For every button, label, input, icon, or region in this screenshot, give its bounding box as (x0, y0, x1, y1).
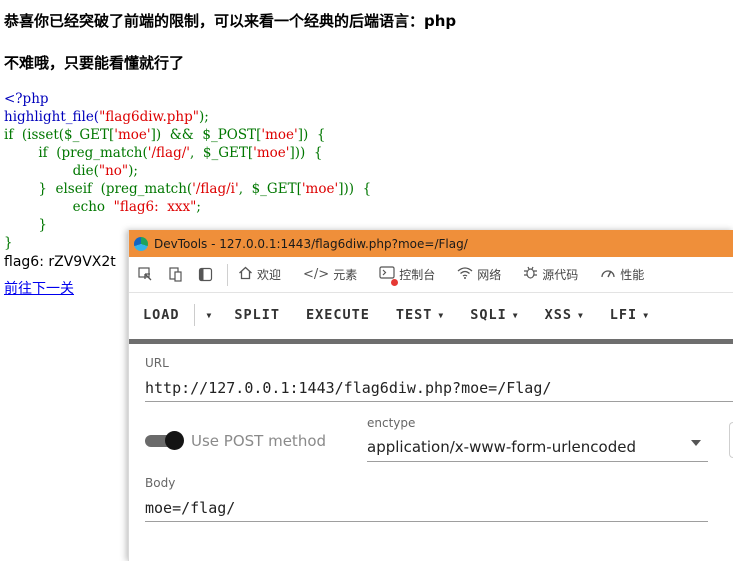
next-level-link[interactable]: 前往下一关 (4, 278, 74, 298)
tab-label: 源代码 (542, 268, 579, 282)
sqli-menu-label: SQLI (470, 307, 507, 323)
test-menu[interactable]: TEST ▼ (396, 307, 444, 323)
code-token: die( (4, 163, 99, 179)
hackbar-menu: LOAD ▼ SPLIT EXECUTE TEST ▼ SQLI ▼ XSS ▼ LF… (129, 293, 733, 337)
post-method-label: Use POST method (191, 432, 327, 450)
home-icon (238, 266, 253, 284)
code-token: ])) { (289, 145, 323, 161)
tab-welcome[interactable]: 欢迎 (238, 266, 281, 284)
devtools-window: DevTools - 127.0.0.1:1443/flag6diw.php?m… (128, 230, 733, 561)
load-button-group: LOAD ▼ (143, 304, 212, 326)
congrats-heading: 恭喜你已经突破了前端的限制，可以来看一个经典的后端语言：php (4, 12, 457, 30)
code-string: '/flag/' (147, 145, 190, 161)
code-string: 'moe' (114, 127, 151, 143)
tab-console[interactable]: 控制台 (379, 266, 436, 286)
tab-label: 控制台 (399, 268, 436, 282)
code-token: } (4, 235, 13, 251)
code-token: ); (198, 109, 209, 125)
code-token: if (preg_match( (4, 145, 148, 161)
php-source-code: <?php highlight_file("flag6diw.php"); if… (4, 90, 371, 252)
load-dropdown-icon[interactable]: ▼ (207, 311, 213, 320)
tab-label: 性能 (620, 268, 645, 282)
xss-menu[interactable]: XSS ▼ (545, 307, 584, 323)
wifi-icon (457, 266, 473, 283)
code-token: ); (128, 163, 138, 179)
enctype-label: enctype (367, 416, 416, 430)
tab-performance[interactable]: 性能 (600, 266, 644, 283)
dock-side-icon[interactable] (197, 267, 213, 283)
hint-heading: 不难哦，只要能看懂就行了 (4, 54, 185, 72)
load-divider (193, 304, 195, 326)
code-string: 'moe' (253, 145, 290, 161)
inspect-element-icon[interactable] (137, 267, 153, 283)
code-token: echo (4, 199, 114, 215)
code-icon: </> (303, 267, 330, 282)
code-string: "flag6: xxx" (113, 199, 197, 215)
code-token: ]) && $_POST[ (150, 127, 262, 143)
sqli-menu[interactable]: SQLI ▼ (470, 307, 518, 323)
code-token: , $_GET[ (238, 181, 302, 197)
devtools-title: DevTools - 127.0.0.1:1443/flag6diw.php?m… (154, 236, 468, 251)
edge-logo-icon (134, 236, 148, 251)
chevron-down-icon: ▼ (512, 310, 519, 320)
url-input[interactable]: http://127.0.0.1:1443/flag6diw.php?moe=/… (145, 379, 551, 397)
enctype-underline (367, 461, 708, 462)
chevron-down-icon: ▼ (643, 310, 650, 320)
console-icon (379, 266, 399, 286)
post-method-toggle[interactable] (145, 431, 185, 450)
code-string: 'moe' (261, 127, 298, 143)
tab-sources[interactable]: 源代码 (523, 265, 578, 284)
code-token: ; (196, 199, 201, 215)
load-button[interactable]: LOAD (143, 307, 180, 323)
tab-label: 元素 (333, 268, 358, 282)
error-badge (391, 279, 399, 286)
code-token: if (isset($_GET[ (4, 127, 115, 143)
lfi-menu-label: LFI (609, 307, 638, 323)
gauge-icon (600, 266, 616, 283)
flag-output: flag6: rZV9VX2t (4, 254, 116, 270)
devtools-titlebar[interactable]: DevTools - 127.0.0.1:1443/flag6diw.php?m… (129, 230, 733, 257)
chevron-down-icon: ▼ (577, 310, 584, 320)
code-string: "flag6diw.php" (99, 109, 199, 125)
tab-label: 欢迎 (257, 268, 282, 282)
chevron-down-icon[interactable] (691, 440, 701, 446)
lfi-menu[interactable]: LFI ▼ (610, 307, 649, 323)
tab-label: 网络 (477, 268, 502, 282)
code-token: ])) { (338, 181, 372, 197)
toggle-knob (165, 431, 184, 450)
bug-icon (523, 265, 538, 284)
body-input-underline (145, 521, 708, 522)
code-token: } elseif (preg_match( (4, 181, 193, 197)
tab-elements[interactable]: </> 元素 (303, 266, 357, 283)
url-input-underline (145, 401, 733, 402)
execute-button[interactable]: EXECUTE (306, 307, 370, 323)
body-label: Body (145, 476, 176, 490)
body-input[interactable]: moe=/flag/ (145, 499, 235, 517)
code-string: "no" (98, 163, 129, 179)
code-token: ]) { (297, 127, 326, 143)
code-string: 'moe' (301, 181, 339, 197)
enctype-select[interactable]: application/x-www-form-urlencoded (367, 438, 636, 456)
hackbar-divider (129, 339, 733, 344)
code-token: highlight_file( (4, 109, 100, 125)
devtools-toolbar: 欢迎 </> 元素 控制台 网络 源代码 性能 (129, 257, 733, 293)
device-emulation-icon[interactable] (167, 267, 183, 283)
split-button[interactable]: SPLIT (234, 307, 280, 323)
code-string: '/flag/i' (192, 181, 239, 197)
tab-network[interactable]: 网络 (457, 266, 501, 283)
test-menu-label: TEST (395, 307, 433, 323)
side-panel-edge (729, 422, 733, 458)
url-label: URL (145, 356, 169, 370)
php-open-tag: <?php (4, 91, 49, 107)
code-token: } (4, 217, 47, 233)
xss-menu-label: XSS (544, 307, 572, 323)
code-token: , $_GET[ (190, 145, 254, 161)
chevron-down-icon: ▼ (438, 310, 445, 320)
toolbar-divider (227, 263, 228, 286)
